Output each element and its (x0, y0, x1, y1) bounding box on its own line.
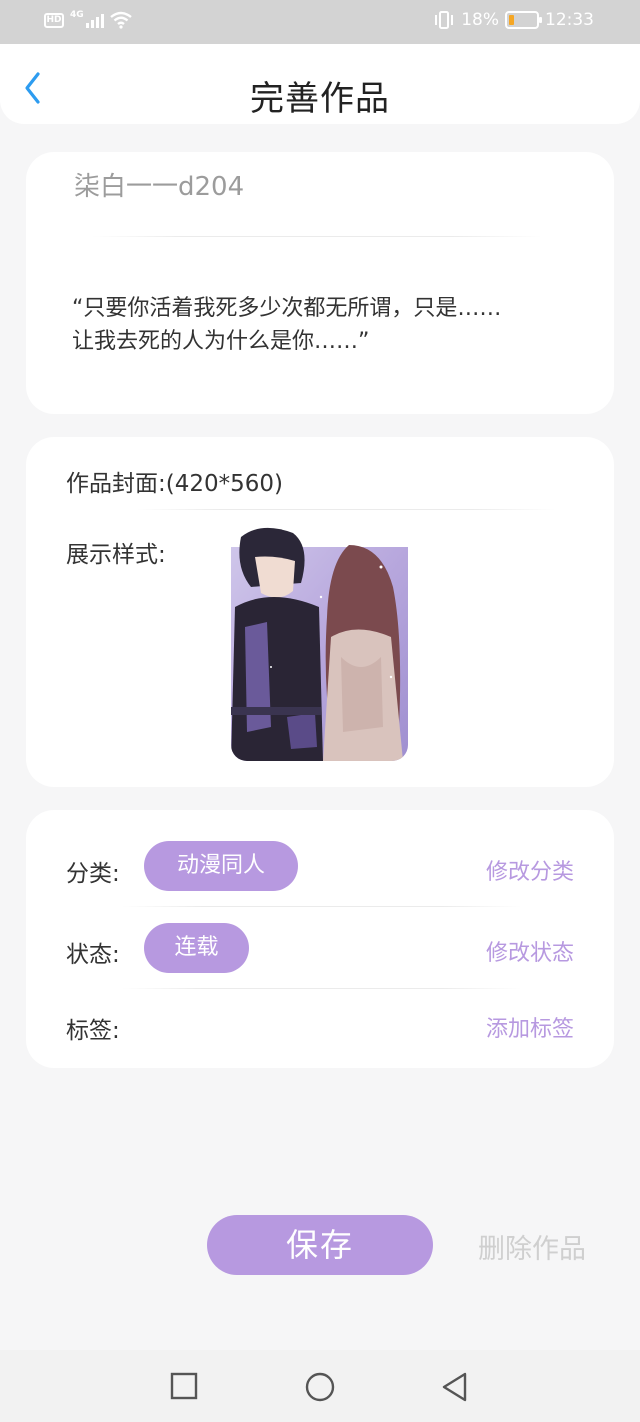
home-button[interactable] (305, 1372, 335, 1406)
hd-icon: HD (44, 12, 64, 28)
edit-status-link[interactable]: 修改状态 (486, 935, 574, 967)
nav-bar: 完善作品 (0, 44, 640, 124)
recent-apps-button[interactable] (170, 1372, 198, 1404)
divider (92, 236, 542, 237)
battery-percent: 18% (461, 10, 499, 30)
edit-category-link[interactable]: 修改分类 (486, 854, 574, 886)
cover-card: 作品封面:(420*560) 展示样式: (26, 437, 614, 787)
battery-icon (505, 11, 542, 29)
status-label: 状态: (66, 942, 120, 968)
summary-line: “只要你活着我死多少次都无所谓，只是…… (72, 296, 502, 321)
signal-icon (85, 12, 104, 28)
work-info-card: 柒白一一d204 “只要你活着我死多少次都无所谓，只是…… 让我去死的人为什么是… (26, 152, 614, 414)
meta-card: 分类: 动漫同人 修改分类 状态: 连载 修改状态 标签: 添加标签 (26, 810, 614, 1068)
battery-level-fill (509, 15, 514, 25)
tags-label: 标签: (66, 1018, 120, 1044)
delete-work-button[interactable]: 删除作品 (478, 1227, 586, 1266)
divider (122, 988, 522, 989)
summary-line: 让我去死的人为什么是你……” (72, 329, 370, 354)
square-icon (170, 1372, 198, 1400)
divider (136, 509, 556, 510)
display-style-label: 展示样式: (66, 542, 166, 568)
add-tag-link[interactable]: 添加标签 (486, 1011, 574, 1043)
category-chip[interactable]: 动漫同人 (144, 841, 298, 891)
cover-size: (420*560) (165, 471, 283, 497)
save-button[interactable]: 保存 (207, 1215, 433, 1275)
back-nav-button[interactable] (441, 1372, 469, 1406)
network-type-label: 4G (70, 10, 84, 20)
circle-icon (305, 1372, 335, 1402)
system-nav-bar (0, 1350, 640, 1422)
work-title[interactable]: 柒白一一d204 (74, 166, 244, 203)
triangle-back-icon (442, 1372, 467, 1402)
work-summary[interactable]: “只要你活着我死多少次都无所谓，只是…… 让我去死的人为什么是你……” (72, 292, 572, 358)
wifi-icon (109, 11, 132, 29)
page-title: 完善作品 (250, 79, 390, 119)
cover-image[interactable] (231, 527, 408, 761)
vibrate-icon (435, 11, 454, 29)
divider (122, 906, 522, 907)
category-label: 分类: (66, 861, 120, 887)
clock: 12:33 (545, 10, 594, 30)
status-chip[interactable]: 连载 (144, 923, 249, 973)
cover-label: 作品封面:(420*560) (66, 471, 283, 497)
status-bar: HD 4G 18% 12:33 (0, 0, 640, 44)
